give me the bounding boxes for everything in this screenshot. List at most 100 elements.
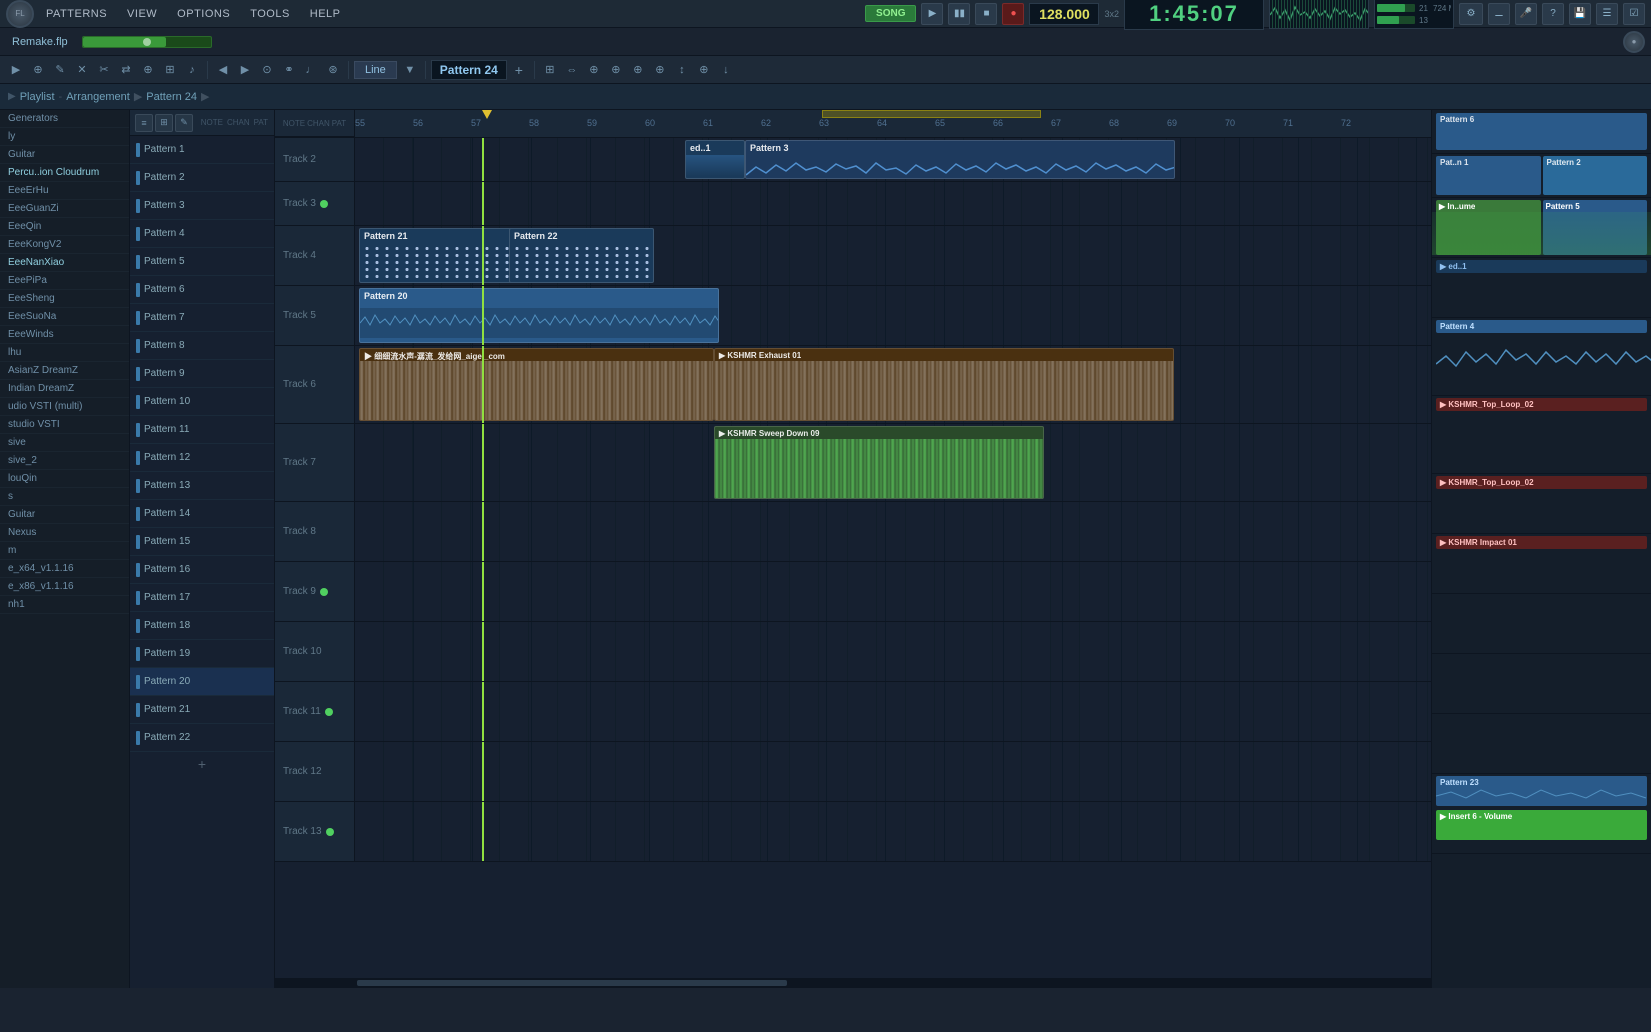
menu-options[interactable]: OPTIONS xyxy=(169,6,238,22)
right-block-kshmr-top1[interactable]: ▶ KSHMR_Top_Loop_02 xyxy=(1436,398,1647,411)
toolbar-link[interactable]: ⚭ xyxy=(279,60,299,80)
right-block-insert6[interactable]: ▶ Insert 6 - Volume xyxy=(1436,810,1647,840)
pattern-view-mode[interactable]: ≡ xyxy=(135,114,153,132)
sidebar-eesuona[interactable]: EeeSuoNa xyxy=(0,308,129,326)
toolbar-volume[interactable]: ♪ xyxy=(182,60,202,80)
record-button[interactable]: ● xyxy=(1002,3,1024,25)
pattern-add[interactable]: + xyxy=(509,60,529,80)
toolbar-play[interactable]: ▶ xyxy=(6,60,26,80)
block-track7-sweep[interactable]: ▶ KSHMR Sweep Down 09 xyxy=(714,426,1044,499)
pattern-item-5[interactable]: Pattern 5 xyxy=(130,248,274,276)
pattern-item-12[interactable]: Pattern 12 xyxy=(130,444,274,472)
pattern-grid-mode[interactable]: ⊞ xyxy=(155,114,173,132)
breadcrumb-playlist[interactable]: Playlist xyxy=(20,91,55,103)
pattern-pencil[interactable]: ✎ xyxy=(175,114,193,132)
hscroll-thumb[interactable] xyxy=(357,980,787,986)
pause-button[interactable]: ▮▮ xyxy=(948,3,970,25)
breadcrumb-pattern24[interactable]: Pattern 24 xyxy=(146,91,197,103)
chat-btn[interactable]: ☑ xyxy=(1623,3,1645,25)
sidebar-asianz[interactable]: AsianZ DreamZ xyxy=(0,362,129,380)
track-content-4[interactable]: Pattern 21 Pattern 22 xyxy=(355,226,1431,285)
sidebar-indian[interactable]: Indian DreamZ xyxy=(0,380,129,398)
pattern-item-9[interactable]: Pattern 9 xyxy=(130,360,274,388)
sidebar-guitar2[interactable]: Guitar xyxy=(0,506,129,524)
pattern-item-21[interactable]: Pattern 21 xyxy=(130,696,274,724)
sidebar-eekong[interactable]: EeeKongV2 xyxy=(0,236,129,254)
toolbar-t7[interactable]: ↕ xyxy=(672,60,692,80)
pattern-item-2[interactable]: Pattern 2 xyxy=(130,164,274,192)
block-track6-kshmr[interactable]: ▶ KSHMR Exhaust 01 xyxy=(714,348,1174,421)
toolbar-dropdown[interactable]: ▼ xyxy=(400,60,420,80)
track-content-13[interactable] xyxy=(355,802,1431,861)
pattern-item-20[interactable]: Pattern 20 xyxy=(130,668,274,696)
right-block-pattern6[interactable]: Pattern 6 xyxy=(1436,113,1647,150)
track-content-12[interactable] xyxy=(355,742,1431,801)
hscroll-bar[interactable] xyxy=(275,978,1431,988)
export-btn[interactable]: ☰ xyxy=(1596,3,1618,25)
track-content-2[interactable]: ed..1 Pattern 3 xyxy=(355,138,1431,181)
track-content-7[interactable]: ▶ KSHMR Sweep Down 09 xyxy=(355,424,1431,501)
right-block-pattern4[interactable]: Pattern 4 xyxy=(1436,320,1647,333)
track-content-5[interactable]: Pattern 20 xyxy=(355,286,1431,345)
block-track2-ed1[interactable]: ed..1 xyxy=(685,140,745,179)
help-btn[interactable]: ? xyxy=(1542,3,1564,25)
sidebar-x64[interactable]: e_x64_v1.1.16 xyxy=(0,560,129,578)
mixer-btn[interactable]: ⚊ xyxy=(1488,3,1510,25)
pattern-item-17[interactable]: Pattern 17 xyxy=(130,584,274,612)
sidebar-x86[interactable]: e_x86_v1.1.16 xyxy=(0,578,129,596)
toolbar-magnet[interactable]: ⊙ xyxy=(257,60,277,80)
sidebar-sive2[interactable]: sive_2 xyxy=(0,452,129,470)
pattern-item-3[interactable]: Pattern 3 xyxy=(130,192,274,220)
pattern-item-11[interactable]: Pattern 11 xyxy=(130,416,274,444)
block-track5-p20[interactable]: Pattern 20 xyxy=(359,288,719,343)
right-block-inume[interactable]: ▶ In..ume xyxy=(1436,200,1541,255)
track-content-10[interactable] xyxy=(355,622,1431,681)
pattern-item-22[interactable]: Pattern 22 xyxy=(130,724,274,752)
file-name[interactable]: Remake.flp xyxy=(6,36,74,48)
play-button[interactable]: ▶ xyxy=(921,3,943,25)
toolbar-right[interactable]: ▶ xyxy=(235,60,255,80)
track-content-11[interactable] xyxy=(355,682,1431,741)
sidebar-eerhu[interactable]: EeeErHu xyxy=(0,182,129,200)
sidebar-eepipa[interactable]: EeePiPa xyxy=(0,272,129,290)
pattern-item-7[interactable]: Pattern 7 xyxy=(130,304,274,332)
toolbar-t2[interactable]: ⇔ xyxy=(562,60,582,80)
right-block-kshmr-top2[interactable]: ▶ KSHMR_Top_Loop_02 xyxy=(1436,476,1647,489)
pattern-item-13[interactable]: Pattern 13 xyxy=(130,472,274,500)
sidebar-sive[interactable]: sive xyxy=(0,434,129,452)
sidebar-ly[interactable]: ly xyxy=(0,128,129,146)
pattern-item-1[interactable]: Pattern 1 xyxy=(130,136,274,164)
toolbar-draw[interactable]: ✎ xyxy=(50,60,70,80)
pattern-display[interactable]: Pattern 24 xyxy=(431,60,507,80)
toolbar-special[interactable]: ⊛ xyxy=(323,60,343,80)
toolbar-cut[interactable]: ✂ xyxy=(94,60,114,80)
track-content-9[interactable] xyxy=(355,562,1431,621)
menu-tools[interactable]: TOOLS xyxy=(242,6,298,22)
sidebar-s[interactable]: s xyxy=(0,488,129,506)
line-mode[interactable]: Line xyxy=(354,61,397,79)
sidebar-eenxiao[interactable]: EeeNanXiao xyxy=(0,254,129,272)
toolbar-arrows[interactable]: ⇄ xyxy=(116,60,136,80)
sidebar-eeguanzi[interactable]: EeeGuanZi xyxy=(0,200,129,218)
right-block-patn1[interactable]: Pat..n 1 xyxy=(1436,156,1541,195)
toolbar-piano[interactable]: ♩ xyxy=(301,60,321,80)
save-btn[interactable]: 💾 xyxy=(1569,3,1591,25)
breadcrumb-arrangement[interactable]: Arrangement xyxy=(66,91,130,103)
sidebar-studiovsti[interactable]: studio VSTI xyxy=(0,416,129,434)
track-content-8[interactable] xyxy=(355,502,1431,561)
toolbar-t4[interactable]: ⊕ xyxy=(606,60,626,80)
pattern-item-15[interactable]: Pattern 15 xyxy=(130,528,274,556)
sidebar-louqin[interactable]: louQin xyxy=(0,470,129,488)
right-block-kshmr-impact[interactable]: ▶ KSHMR Impact 01 xyxy=(1436,536,1647,549)
right-block-pattern23[interactable]: Pattern 23 xyxy=(1436,776,1647,806)
add-pattern-button[interactable]: + xyxy=(130,752,274,776)
toolbar-erase[interactable]: ✕ xyxy=(72,60,92,80)
right-block-ed1[interactable]: ▶ ed..1 xyxy=(1436,260,1647,273)
song-mode-button[interactable]: SONG xyxy=(865,5,916,22)
block-track2-pattern3[interactable]: Pattern 3 xyxy=(745,140,1175,179)
toolbar-t6[interactable]: ⊕ xyxy=(650,60,670,80)
sidebar-lhu[interactable]: lhu xyxy=(0,344,129,362)
pattern-item-6[interactable]: Pattern 6 xyxy=(130,276,274,304)
mic-btn[interactable]: 🎤 xyxy=(1515,3,1537,25)
toolbar-t8[interactable]: ⊕ xyxy=(694,60,714,80)
